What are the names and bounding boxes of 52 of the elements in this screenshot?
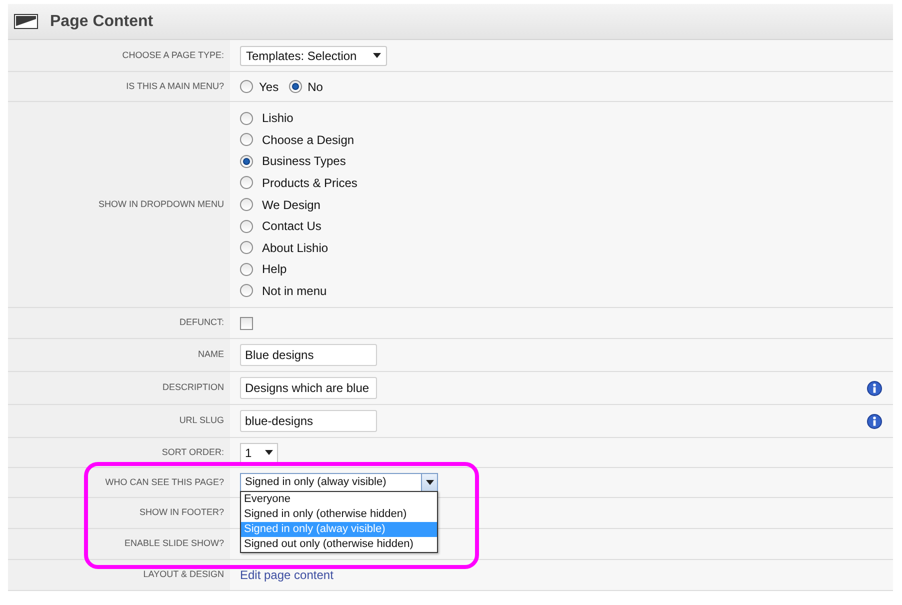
- radio-label: Lishio: [262, 110, 294, 128]
- page-type-select[interactable]: Templates: Selection: [240, 46, 387, 66]
- field-label: SHOW IN DROPDOWN MENU: [98, 198, 224, 211]
- checkbox[interactable]: [240, 316, 253, 330]
- radio-label: No: [308, 78, 323, 96]
- radio-label: Not in menu: [262, 282, 327, 300]
- radio-label: We Design: [262, 196, 320, 214]
- radio-label: Contact Us: [262, 218, 322, 236]
- radio-label: Business Types: [262, 153, 346, 170]
- field-label: CHOOSE A PAGE TYPE:: [122, 48, 224, 62]
- caret-icon: [373, 53, 381, 58]
- text-field[interactable]: blue-designs: [240, 410, 377, 432]
- dropdown-option[interactable]: Everyone: [241, 492, 437, 507]
- radio-button[interactable]: [240, 241, 253, 254]
- field-label: SORT ORDER:: [162, 446, 224, 459]
- radio-button[interactable]: [240, 262, 253, 276]
- edit-link[interactable]: Edit page content: [240, 566, 334, 584]
- text-field[interactable]: Blue designs: [240, 344, 377, 366]
- field-label: LAYOUT & DESIGN: [143, 568, 224, 582]
- radio-button[interactable]: [240, 198, 253, 211]
- field-label: ENABLE SLIDE SHOW?: [124, 537, 224, 550]
- radio-label: Yes: [259, 78, 279, 96]
- dropdown-option[interactable]: Signed out only (otherwise hidden): [241, 537, 437, 552]
- radio-label: Help: [262, 261, 287, 278]
- radio-label: Choose a Design: [262, 132, 354, 149]
- radio-button[interactable]: [240, 80, 253, 93]
- field-label: SHOW IN FOOTER?: [139, 506, 224, 520]
- field-label: DEFUNCT:: [180, 316, 224, 330]
- sort-order-select[interactable]: 1: [240, 442, 278, 462]
- radio-button[interactable]: [240, 154, 253, 168]
- field-label: IS THIS A MAIN MENU?: [126, 80, 224, 93]
- field-label: NAME: [198, 348, 224, 362]
- info-icon[interactable]: [867, 414, 882, 428]
- radio-button[interactable]: [240, 176, 253, 190]
- radio-button[interactable]: [240, 112, 253, 125]
- radio-label: About Lishio: [262, 240, 328, 257]
- text-field[interactable]: Designs which are blue: [240, 377, 377, 399]
- visibility-select[interactable]: Signed in only (alway visible): [240, 473, 438, 492]
- info-icon[interactable]: [867, 380, 882, 396]
- dropdown-option[interactable]: Signed in only (otherwise hidden): [241, 507, 437, 522]
- field-label: WHO CAN SEE THIS PAGE?: [105, 476, 224, 489]
- radio-button[interactable]: [288, 80, 302, 93]
- radio-button[interactable]: [240, 133, 253, 146]
- field-label: URL SLUG: [179, 414, 224, 428]
- caret-icon: [426, 480, 434, 485]
- field-label: DESCRIPTION: [162, 381, 224, 394]
- caret-icon: [265, 450, 273, 455]
- window-icon: [14, 14, 38, 29]
- radio-button[interactable]: [240, 284, 253, 298]
- radio-button[interactable]: [240, 220, 253, 233]
- radio-label: Products & Prices: [262, 174, 358, 192]
- panel-title: Page Content: [50, 12, 154, 32]
